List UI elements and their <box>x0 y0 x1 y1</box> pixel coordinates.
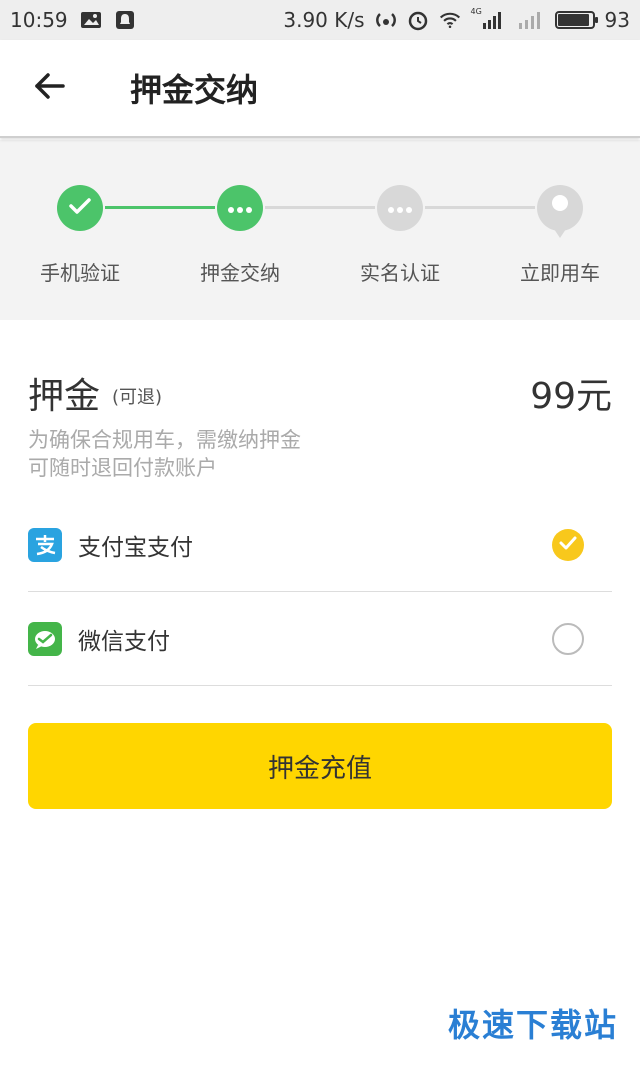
deposit-amount: 99元 <box>530 376 612 417</box>
battery-percent: 93 <box>604 8 630 32</box>
step-circle <box>537 185 583 238</box>
deposit-refundable-note: (可退) <box>112 387 163 408</box>
deposit-description: 为确保合规用车，需缴纳押金 可随时退回付款账户 <box>28 426 301 482</box>
step-circle <box>217 185 263 231</box>
step-label: 手机验证 <box>40 261 120 285</box>
payment-label: 微信支付 <box>78 628 170 655</box>
progress-steps: 手机验证 押金交纳 实名认证 立即用车 <box>0 140 640 320</box>
watermark-logo: 极速下载站 <box>447 1006 618 1044</box>
status-time: 10:59 <box>10 8 68 32</box>
payment-label: 支付宝支付 <box>78 534 193 561</box>
notification-icon <box>114 11 136 29</box>
radio-unselected[interactable] <box>552 622 584 655</box>
signal-weak-icon <box>515 11 545 29</box>
back-button[interactable] <box>0 39 100 137</box>
battery-icon <box>554 11 598 29</box>
step-realname: 实名认证 <box>320 185 480 286</box>
step-label: 立即用车 <box>520 261 600 285</box>
alipay-icon <box>28 527 62 562</box>
pin-tail <box>554 229 566 238</box>
check-icon <box>68 196 92 220</box>
hotspot-icon <box>375 11 397 29</box>
wifi-icon <box>439 11 461 29</box>
step-circle <box>377 185 423 231</box>
battery-fill <box>557 14 590 26</box>
wechat-pay-icon <box>28 621 62 656</box>
deposit-header: 押金 (可退) 99元 <box>28 368 612 418</box>
step-deposit: 押金交纳 <box>160 185 320 286</box>
dots-icon <box>387 199 413 218</box>
check-icon <box>559 535 577 554</box>
payment-option-wechat[interactable]: 微信支付 <box>28 592 612 686</box>
step-circle <box>57 185 103 231</box>
step-label: 押金交纳 <box>200 261 280 285</box>
step-label: 实名认证 <box>360 261 440 285</box>
location-pin-icon <box>545 188 575 228</box>
alarm-icon <box>407 11 429 31</box>
arrow-left-icon <box>34 72 66 104</box>
status-bar: 10:59 3.90 K/s 4G 93 <box>0 0 640 40</box>
description-line: 为确保合规用车，需缴纳押金 <box>28 428 301 452</box>
signal-icon: 4G <box>471 7 505 29</box>
image-icon <box>80 11 102 29</box>
network-speed: 3.90 K/s <box>283 8 365 32</box>
network-type: 4G <box>470 7 482 16</box>
app-header: 押金交纳 <box>0 40 640 138</box>
step-phone-verify: 手机验证 <box>0 185 160 286</box>
dots-icon <box>227 199 253 218</box>
radio-selected[interactable] <box>552 528 584 561</box>
deposit-title: 押金 <box>28 376 101 417</box>
page-title: 押金交纳 <box>130 71 259 109</box>
deposit-recharge-button[interactable]: 押金充值 <box>28 723 612 809</box>
description-line: 可随时退回付款账户 <box>28 456 217 480</box>
payment-option-alipay[interactable]: 支付宝支付 <box>28 498 612 592</box>
step-use-bike: 立即用车 <box>480 185 640 286</box>
